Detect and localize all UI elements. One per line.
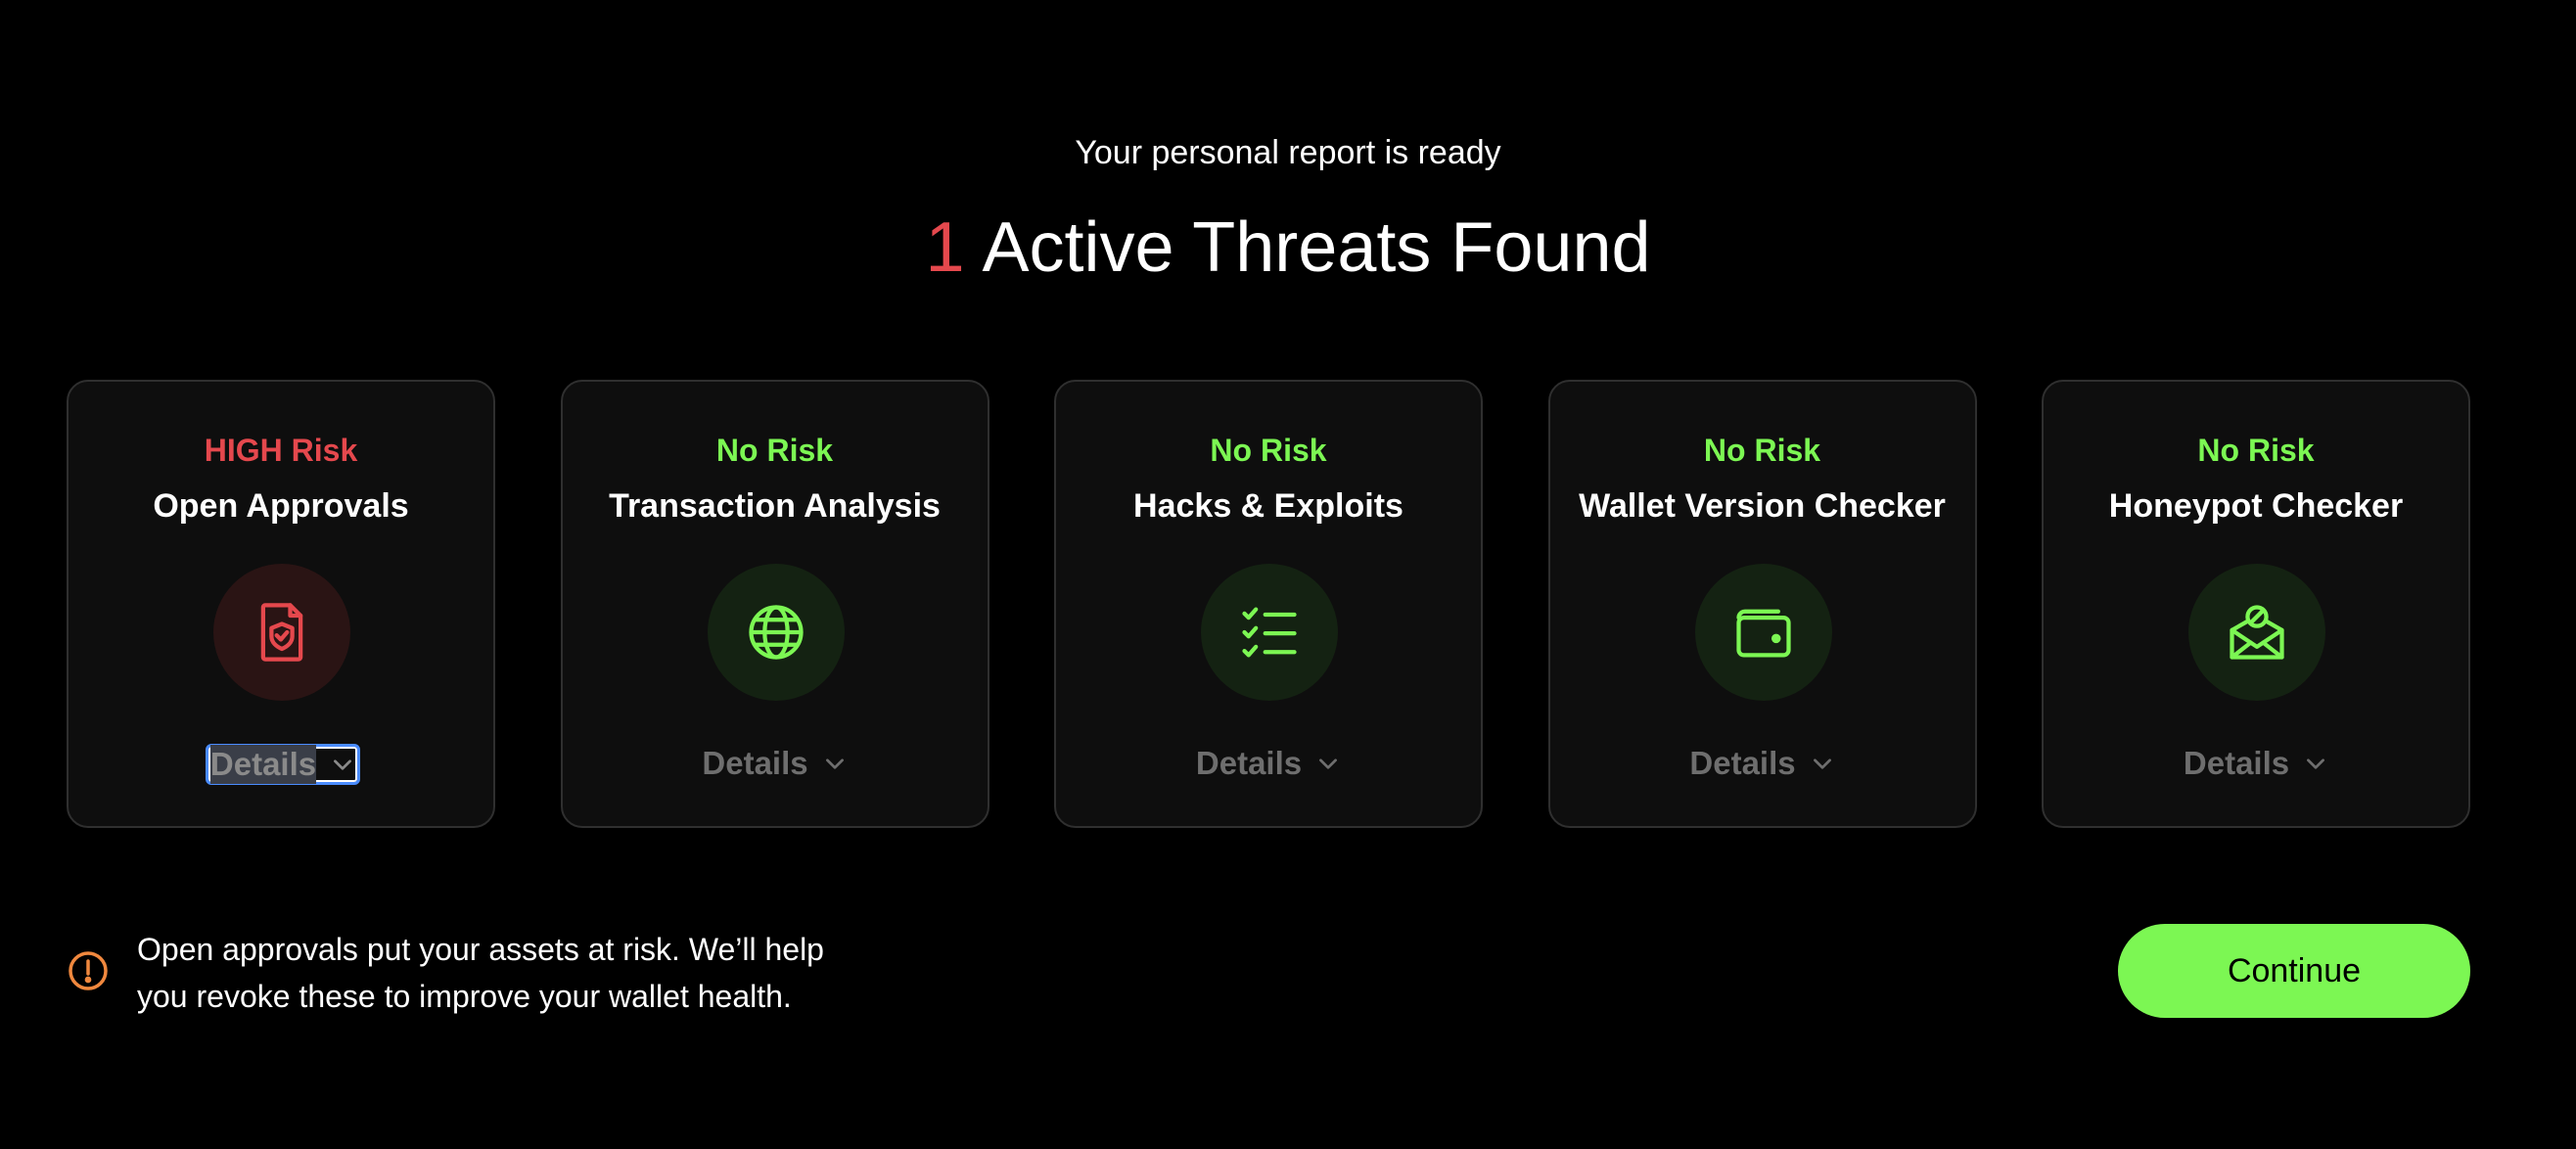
risk-level: No Risk [2197,433,2315,468]
globe-icon [748,605,804,660]
details-label: Details [702,745,808,781]
chevron-down-icon [330,752,355,777]
warning-note: Open approvals put your assets at risk. … [67,926,842,1020]
headline-text: Active Threats Found [982,208,1651,287]
chevron-down-icon [1810,751,1835,776]
card-honeypot-checker: No Risk Honeypot Checker Details [2042,380,2470,828]
icon-badge [213,564,350,701]
chevron-down-icon [1315,751,1341,776]
continue-button[interactable]: Continue [2118,924,2470,1018]
risk-level: No Risk [1210,433,1327,468]
details-toggle[interactable]: Details [206,744,360,785]
icon-badge [1201,564,1338,701]
details-label: Details [1689,745,1796,781]
chevron-down-icon [2303,751,2328,776]
details-toggle[interactable]: Details [1550,742,1975,785]
shield-document-icon [260,603,303,662]
checklist-icon [1242,607,1297,658]
card-transaction-analysis: No Risk Transaction Analysis Details [560,380,989,828]
icon-badge [707,564,845,701]
chevron-down-icon [822,751,848,776]
card-wallet-version-checker: No Risk Wallet Version Checker Details [1547,380,1977,828]
threat-count: 1 [925,208,965,287]
details-toggle[interactable]: Details [1056,742,1481,785]
card-open-approvals: HIGH Risk Open Approvals Details [67,380,495,828]
details-label: Details [209,745,317,784]
wallet-icon [1735,609,1791,658]
details-toggle[interactable]: Details [2044,742,2468,785]
card-hacks-exploits: No Risk Hacks & Exploits Details [1054,380,1483,828]
envelope-block-icon [2230,605,2284,660]
risk-level: No Risk [1703,433,1821,468]
card-title: Hacks & Exploits [1133,487,1403,525]
page-title: 1 Active Threats Found [0,204,2576,292]
details-label: Details [1195,745,1303,781]
warning-circle-icon [69,951,108,990]
details-toggle[interactable]: Details [563,742,988,785]
icon-badge [2188,564,2325,701]
risk-level: HIGH Risk [204,433,358,468]
risk-level: No Risk [715,433,834,468]
risk-cards: HIGH Risk Open Approvals Details No Risk… [67,380,2470,830]
card-title: Open Approvals [153,487,409,525]
card-title: Transaction Analysis [609,487,941,525]
details-label: Details [2183,745,2290,781]
icon-badge [1694,564,1832,701]
card-title: Honeypot Checker [2108,487,2404,525]
report-subtitle: Your personal report is ready [1075,134,1501,171]
warning-note-text: Open approvals put your assets at risk. … [137,932,824,1014]
card-title: Wallet Version Checker [1579,487,1946,525]
